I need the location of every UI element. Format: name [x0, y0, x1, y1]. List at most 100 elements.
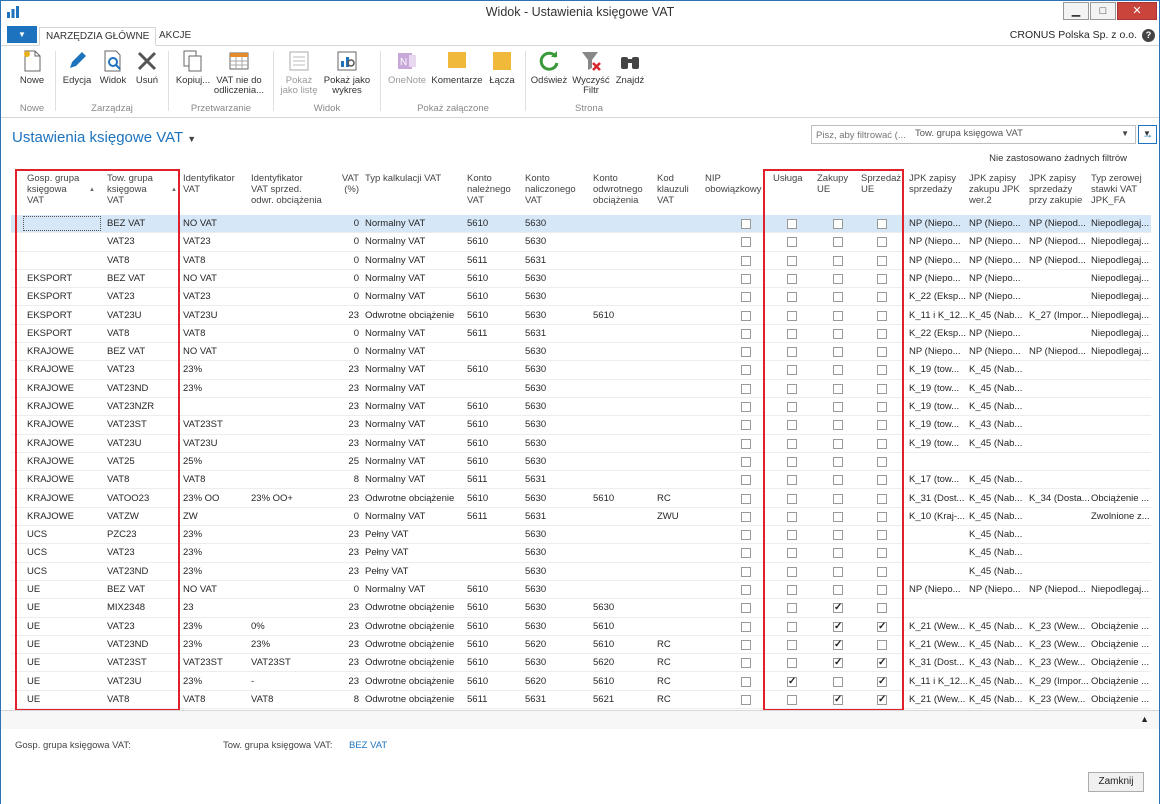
filter-field-select[interactable]: Tow. grupa księgowa VAT [915, 128, 1023, 139]
table-row[interactable]: VAT23 VAT23 0 Normalny VAT 5610 5630 NP (Niepo… [11, 233, 1151, 252]
page-title[interactable]: Ustawienia księgowe VAT ▼ [12, 129, 196, 146]
checkbox[interactable] [741, 383, 751, 394]
delete-button[interactable]: Usuń [131, 49, 163, 86]
copy-button[interactable]: Kopiuj... [173, 49, 213, 86]
checkbox[interactable] [741, 676, 751, 687]
table-row[interactable]: UE VAT8 VAT8 VAT8 8 Odwrotne obciążenie 5611 56… [11, 691, 1151, 709]
checkbox[interactable] [741, 639, 751, 650]
refresh-button[interactable]: Odśwież [529, 49, 569, 86]
table-row[interactable]: EKSPORT VAT23U VAT23U 23 Odwrotne obciążenie… [11, 307, 1151, 325]
filter-input[interactable] [816, 128, 911, 142]
column-header-vat-percent[interactable]: VAT (%) [331, 173, 359, 195]
table-row[interactable]: UE VAT23U 23% -23 Odwrotne obciążenie 5610 562… [11, 673, 1151, 691]
table-row[interactable]: KRAJOWE VAT23 23% 23 Normalny VAT 5610 5630 K_1… [11, 361, 1151, 380]
checkbox[interactable] [741, 273, 751, 284]
table-cell: 5630 [525, 401, 547, 412]
checkbox[interactable] [741, 255, 751, 266]
table-row[interactable]: EKSPORT BEZ VAT NO VAT 0 Normalny VAT 5610 563… [11, 270, 1151, 289]
table-row[interactable]: EKSPORT VAT23 VAT23 0 Normalny VAT 5610 5630 K_… [11, 288, 1151, 307]
table-row[interactable]: KRAJOWE VAT23U VAT23U 23 Normalny VAT 5610 563… [11, 435, 1151, 453]
close-icon[interactable]: ✕ [1117, 2, 1157, 20]
checkbox[interactable] [741, 328, 751, 339]
show-as-list-button[interactable]: Pokaż jako listę [277, 49, 321, 96]
onenote-button[interactable]: N OneNote [387, 49, 427, 86]
checkbox[interactable] [741, 530, 751, 541]
column-header-vat-identifier[interactable]: Identyfikator VAT [183, 173, 249, 195]
checkbox[interactable] [741, 658, 751, 669]
maximize-icon[interactable]: □ [1090, 2, 1116, 20]
checkbox[interactable] [741, 438, 751, 449]
column-header-vat-identifier-reverse[interactable]: Identyfikator VAT sprzed. odwr. obciążenia [251, 173, 331, 206]
table-row[interactable]: UE VAT23 23% 0% 23 Odwrotne obciążenie 5610 563… [11, 618, 1151, 636]
comments-button[interactable]: Komentarze [429, 49, 485, 86]
new-button[interactable]: Nowe [11, 49, 53, 86]
show-as-chart-button[interactable]: Pokaż jako wykres [323, 49, 371, 96]
checkbox[interactable] [741, 493, 751, 504]
minimize-icon[interactable]: ▁ [1063, 2, 1089, 20]
checkbox[interactable] [741, 511, 751, 522]
table-row[interactable]: UCS PZC23 23% 23 Pełny VAT 5630 K_45 (Nab... [11, 526, 1151, 545]
table-row[interactable]: UE MIX2348 23 23 Odwrotne obciążenie 5610 5630… [11, 599, 1151, 618]
links-button[interactable]: Łącza [487, 49, 517, 86]
collapse-icon[interactable]: ▼ [1143, 129, 1151, 138]
chevron-up-icon[interactable]: ▲ [1140, 714, 1149, 724]
column-header-sales-vat-account[interactable]: Konto należnego VAT [467, 173, 521, 206]
table-row[interactable]: KRAJOWE VAT8 VAT8 8 Normalny VAT 5611 5631 K_17… [11, 471, 1151, 490]
checkbox[interactable] [741, 548, 751, 559]
checkbox[interactable] [741, 237, 751, 248]
column-header-jpk-sales[interactable]: JPK zapisy sprzedaży [909, 173, 967, 195]
tab-home[interactable]: NARZĘDZIA GŁÓWNE [39, 27, 157, 46]
help-icon[interactable]: ? [1142, 29, 1155, 42]
checkbox[interactable] [741, 603, 751, 614]
checkbox[interactable] [741, 292, 751, 303]
table-row[interactable]: KRAJOWE VATZW ZW 0 Normalny VAT 5611 5631 ZWU K_… [11, 508, 1151, 527]
table-row[interactable]: KRAJOWE BEZ VAT NO VAT 0 Normalny VAT 5630 NP … [11, 343, 1151, 362]
checkbox[interactable] [741, 456, 751, 467]
column-header-vat-calc-type[interactable]: Typ kalkulacji VAT [365, 173, 465, 184]
table-row[interactable]: UE VAT23ND 23% 23% 23 Odwrotne obciążenie 5610… [11, 636, 1151, 655]
table-row[interactable]: KRAJOWE VATOO23 23% OO 23% OO+ 23 Odwrotne ob… [11, 490, 1151, 508]
close-button[interactable]: Zamknij [1088, 772, 1144, 792]
checkbox[interactable] [741, 219, 751, 229]
table-row[interactable]: KRAJOWE VAT23ST VAT23ST 23 Normalny VAT 5610 5… [11, 416, 1151, 435]
table-row[interactable]: VAT8 VAT8 0 Normalny VAT 5611 5631 NP (Niepo..… [11, 252, 1151, 270]
checkbox[interactable] [741, 347, 751, 358]
column-header-nip-required[interactable]: NIP obowiązkowy [705, 173, 765, 195]
column-header-purchase-vat-account[interactable]: Konto naliczonego VAT [525, 173, 591, 206]
table-cell: RC [657, 675, 671, 687]
table-cell: 5611 [467, 693, 488, 705]
table-row[interactable]: UE BEZ VAT NO VAT 0 Normalny VAT 5610 5630 NP (… [11, 581, 1151, 600]
checkbox[interactable] [741, 621, 751, 632]
table-row[interactable]: KRAJOWE VAT23NZR 23 Normalny VAT 5610 5630 K_1… [11, 398, 1151, 417]
column-header-reverse-charge-account[interactable]: Konto odwrotnego obciążenia [593, 173, 653, 206]
table-row[interactable]: UE VAT23ST VAT23ST VAT23ST 23 Odwrotne obciąż… [11, 654, 1151, 673]
checkbox[interactable] [741, 402, 751, 412]
find-button[interactable]: Znajdź [613, 49, 647, 86]
table-row[interactable]: BEZ VAT NO VAT 0 Normalny VAT 5610 5630 NP (Ni… [11, 215, 1151, 234]
checkbox[interactable] [741, 475, 751, 486]
checkbox[interactable] [741, 420, 751, 431]
checkbox[interactable] [741, 566, 751, 577]
edit-button[interactable]: Edycja [59, 49, 95, 86]
checkbox[interactable] [741, 585, 751, 595]
view-button[interactable]: Widok [97, 49, 129, 86]
column-header-jpk-purchase[interactable]: JPK zapisy zakupu JPK wer.2 [969, 173, 1027, 206]
table-row[interactable]: UCS VAT23 23% 23 Pełny VAT 5630 K_45 (Nab... [11, 544, 1151, 563]
table-row[interactable]: UCS VAT23ND 23% 23 Pełny VAT 5630 K_45 (Nab... [11, 563, 1151, 581]
checkbox[interactable] [741, 365, 751, 376]
clear-filter-button[interactable]: Wyczyść Filtr [571, 49, 611, 96]
column-header-jpk-sales-on-purchase[interactable]: JPK zapisy sprzedaży przy zakupie [1029, 173, 1089, 206]
app-menu-button[interactable]: ▼ [7, 26, 37, 43]
vat-non-deductible-button[interactable]: VAT nie do odliczenia... [213, 49, 265, 96]
checkbox[interactable] [741, 310, 751, 321]
tab-actions[interactable]: AKCJE [153, 27, 197, 46]
checkbox[interactable] [741, 694, 751, 705]
horizontal-scrollbar[interactable]: ▲ [1, 710, 1159, 729]
chevron-down-icon[interactable]: ▼ [1121, 129, 1129, 138]
table-row[interactable]: KRAJOWE VAT25 25% 25 Normalny VAT 5610 5630 [11, 453, 1151, 472]
column-header-vat-clause-code[interactable]: Kod klauzuli VAT [657, 173, 701, 206]
table-row[interactable]: KRAJOWE VAT23ND 23% 23 Normalny VAT 5630 K_19 … [11, 380, 1151, 398]
window-title: Widok - Ustawienia księgowe VAT [485, 5, 675, 19]
column-header-zero-rate-type[interactable]: Typ zerowej stawki VAT JPK_FA [1091, 173, 1151, 206]
table-row[interactable]: EKSPORT VAT8 VAT8 0 Normalny VAT 5611 5631 K_22… [11, 325, 1151, 344]
